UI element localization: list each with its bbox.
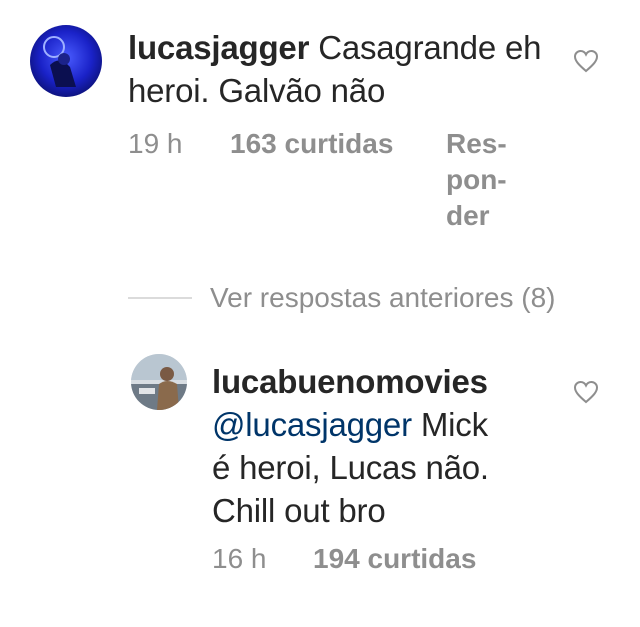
- comment-username[interactable]: lucabuenomovies: [212, 363, 488, 400]
- comment-body-2: é heroi, Lucas não.: [212, 449, 489, 486]
- mention-link[interactable]: @lucasjagger: [212, 406, 412, 443]
- comment-time: 19 h: [128, 128, 183, 159]
- reply-label-1: Res-: [446, 128, 507, 159]
- comment-likes[interactable]: 194 curtidas: [313, 541, 476, 577]
- reply-label-2: pon-: [446, 164, 507, 195]
- comment-username[interactable]: lucasjagger: [128, 29, 309, 66]
- profile-photo-person-icon: [131, 354, 187, 410]
- comment-body-1: Mick: [420, 406, 488, 443]
- comment-body-3: Chill out bro: [212, 492, 386, 529]
- comment-likes[interactable]: 163 curtidas: [230, 126, 393, 162]
- heart-icon[interactable]: [573, 380, 599, 404]
- reply-label-3: der: [446, 200, 490, 231]
- view-previous-replies[interactable]: Ver respostas anteriores (8): [128, 280, 556, 316]
- divider-line: [128, 297, 192, 299]
- comment-text: lucabuenomovies @lucasjagger Mick é hero…: [212, 360, 552, 532]
- comment-time: 16 h: [212, 543, 267, 574]
- profile-photo-blue-icon: [30, 25, 102, 97]
- comment-text: lucasjagger Casagrande eh heroi. Galvão …: [128, 26, 548, 112]
- avatar[interactable]: [30, 25, 102, 97]
- avatar[interactable]: [131, 354, 187, 410]
- heart-icon[interactable]: [573, 49, 599, 73]
- view-replies-label: Ver respostas anteriores (8): [210, 282, 556, 313]
- reply-button[interactable]: Res- pon- der: [446, 126, 507, 234]
